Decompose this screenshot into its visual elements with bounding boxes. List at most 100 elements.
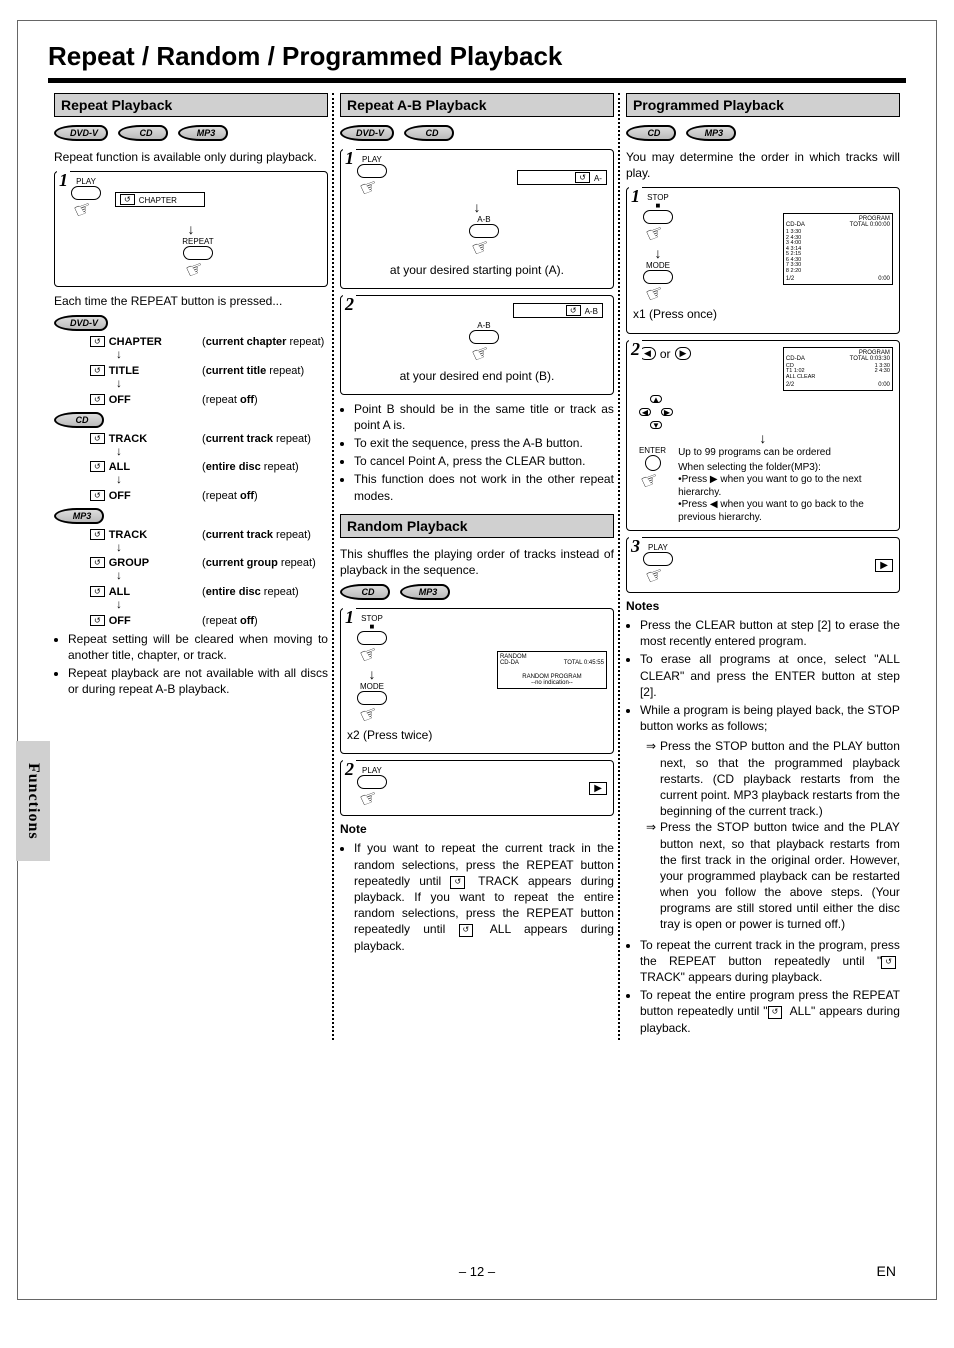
col-programmed: Programmed Playback CD MP3 You may deter… (620, 93, 906, 1040)
seq-dvd-chapter: ↺CHAPTER (current chapter repeat) (90, 334, 328, 348)
seq-mp3-track: ↺TRACK (current track repeat) (90, 527, 328, 541)
ab-step1: 1 PLAY ☞ ↺A- ↓ A-B ☞ at (340, 149, 614, 289)
cursor-keys-icon: ◀▶▲▼ (639, 395, 673, 429)
right-key-icon: ▶ (675, 347, 692, 360)
random-screen: RANDOM CD-DATOTAL 0:45:55 RANDOM PROGRAM… (497, 651, 607, 689)
prog-screen-2: PROGRAM CD-DATOTAL 0:03:30 CD 1 3:30 T1 … (783, 347, 893, 392)
badge-dvdv: DVD-V (54, 125, 108, 141)
repeat-intro: Repeat function is available only during… (54, 149, 328, 165)
badge-mp3: MP3 (400, 584, 450, 600)
hdr-programmed: Programmed Playback (626, 93, 900, 117)
arrow-icon: ↓ (61, 222, 321, 236)
badge-dvdv: DVD-V (340, 125, 394, 141)
title-rule (48, 78, 906, 83)
ab-caption-a: at your desired starting point (A). (347, 262, 607, 278)
badge-cd: CD (626, 125, 676, 141)
arrow-icon: ↓ (116, 543, 328, 553)
arrow-icon: ↓ (116, 475, 328, 485)
badge-cd: CD (404, 125, 454, 141)
badge-mp3: MP3 (686, 125, 736, 141)
bullet: This function does not work in the other… (354, 471, 614, 503)
repeat-after-press: Each time the REPEAT button is pressed..… (54, 293, 328, 309)
bullet: If you want to repeat the current track … (354, 840, 614, 953)
arrow-icon: ↓ (116, 447, 328, 457)
play-button-icon: PLAY ☞ (357, 156, 387, 198)
seq-dvd-off: ↺OFF (repeat off) (90, 392, 328, 406)
random-intro: This shuffles the playing order of track… (340, 546, 614, 578)
random-step2: 2 PLAY ☞ ▶ (340, 760, 614, 816)
or-text: or (660, 347, 671, 361)
play-triangle-icon: ▶ (589, 782, 607, 795)
bullet: To erase all programs at once, select "A… (640, 651, 900, 700)
seq-cd-track: ↺TRACK (current track repeat) (90, 431, 328, 445)
prog-screen-1: PROGRAM CD-DATOTAL 0:00:00 1 3:30 2 4:30… (783, 213, 893, 285)
arrow-note: Press the STOP button twice and the PLAY… (646, 819, 900, 932)
play-triangle-icon: ▶ (875, 559, 893, 572)
ab-button-icon: A-B ☞ (361, 216, 607, 258)
osd-ab: ↺A-B (513, 303, 603, 318)
bullet: Point B should be in the same title or t… (354, 401, 614, 433)
osd-chapter: ↺CHAPTER (115, 192, 205, 207)
prog-intro: You may determine the order in which tra… (626, 149, 900, 181)
columns: Repeat Playback DVD-V CD MP3 Repeat func… (48, 93, 906, 1040)
ab-button-icon: A-B ☞ (361, 322, 607, 364)
repeat-step1: 1 PLAY ☞ ↺CHAPTER ↓ REPEAT (54, 171, 328, 287)
divider (618, 93, 620, 1040)
mode-button-icon: MODE ☞ (643, 262, 673, 304)
badge-cd: CD (340, 584, 390, 600)
page-lang: EN (877, 1263, 896, 1279)
osd-a: ↺A- (517, 170, 607, 185)
badge-cd: CD (118, 125, 168, 141)
repeat-notes: Repeat setting will be cleared when movi… (54, 631, 328, 698)
arrow-icon: ↓ (116, 600, 328, 610)
seq-mp3-group: ↺GROUP (current group repeat) (90, 555, 328, 569)
side-tab-functions: Functions (16, 741, 50, 861)
prog-step3: 3 PLAY ☞ ▶ (626, 537, 900, 593)
col-repeat: Repeat Playback DVD-V CD MP3 Repeat func… (48, 93, 334, 1040)
bullet: To exit the sequence, press the A-B butt… (354, 435, 614, 451)
note: Repeat setting will be cleared when movi… (68, 631, 328, 663)
random-note: If you want to repeat the current track … (340, 840, 614, 953)
repeat-button-icon: REPEAT ☞ (75, 238, 321, 280)
badge-mp3-2: MP3 (54, 508, 104, 524)
ab-bullets: Point B should be in the same title or t… (340, 401, 614, 504)
bullet: While a program is being played back, th… (640, 702, 900, 734)
step-num-1: 1 (57, 170, 70, 191)
page-title: Repeat / Random / Programmed Playback (48, 41, 906, 72)
manual-page: Functions Repeat / Random / Programmed P… (17, 20, 937, 1300)
bullet: Press the CLEAR button at step [2] to er… (640, 617, 900, 649)
arrow-icon: ↓ (116, 571, 328, 581)
hdr-repeat: Repeat Playback (54, 93, 328, 117)
ab-step2: 2 ↺A-B A-B ☞ at your desired end point (… (340, 295, 614, 395)
seq-mp3-all: ↺ALL (entire disc repeat) (90, 584, 328, 598)
notes-heading: Notes (626, 599, 900, 613)
stop-button-icon: STOP■ ☞ (357, 615, 387, 665)
arrow-note: Press the STOP button and the PLAY butto… (646, 738, 900, 819)
seq-dvd-title: ↺TITLE (current title repeat) (90, 363, 328, 377)
x2-label: x2 (Press twice) (347, 727, 607, 743)
page-number: – 12 – (18, 1264, 936, 1279)
random-step1: 1 STOP■ ☞ ↓ MODE ☞ (340, 608, 614, 754)
seq-cd-off: ↺OFF (repeat off) (90, 488, 328, 502)
note-heading: Note (340, 822, 614, 836)
col-ab-random: Repeat A-B Playback DVD-V CD 1 PLAY ☞ ↺A… (334, 93, 620, 1040)
arrow-icon: ↓ (116, 379, 328, 389)
prog-notes: Press the CLEAR button at step [2] to er… (626, 617, 900, 734)
seq-mp3-off: ↺OFF (repeat off) (90, 613, 328, 627)
mode-button-icon: MODE ☞ (357, 683, 387, 725)
prog-step1: 1 STOP■ ☞ ↓ MODE ☞ (626, 187, 900, 333)
stop-button-icon: STOP■ ☞ (643, 194, 673, 244)
badge-cd-2: CD (54, 412, 104, 428)
play-button-icon: PLAY ☞ (643, 544, 673, 586)
x1-label: x1 (Press once) (633, 306, 893, 322)
play-button-icon: PLAY ☞ (357, 767, 387, 809)
arrow-icon: ↓ (116, 350, 328, 360)
hdr-ab: Repeat A-B Playback (340, 93, 614, 117)
prog-notes-2: To repeat the current track in the progr… (626, 937, 900, 1036)
prog-step2: 2 ◀ or ▶ PROGRAM CD-DATOTAL 0:03:30 CD 1… (626, 340, 900, 532)
bullet: To repeat the current track in the progr… (640, 937, 900, 986)
ab-caption-b: at your desired end point (B). (347, 368, 607, 384)
badges-repeat: DVD-V CD MP3 (54, 125, 328, 141)
bullet: To repeat the entire program press the R… (640, 987, 900, 1036)
prog-hints: Up to 99 programs can be ordered When se… (672, 447, 893, 524)
